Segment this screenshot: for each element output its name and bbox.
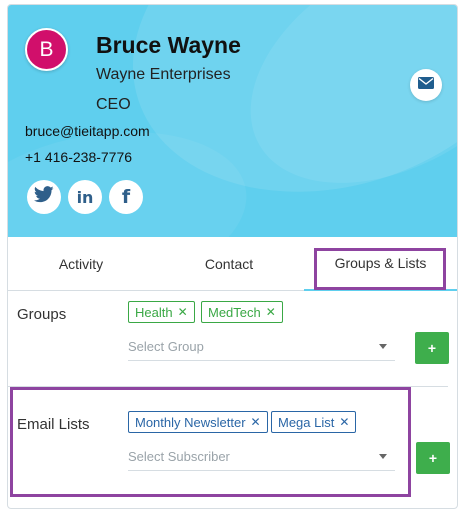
avatar: B	[25, 28, 68, 71]
group-tag: MedTech ✕	[201, 301, 283, 323]
groups-label: Groups	[17, 306, 67, 323]
remove-tag-icon[interactable]: ✕	[266, 305, 276, 319]
contact-header: B Bruce Wayne Wayne Enterprises CEO bruc…	[8, 5, 457, 237]
select-group-placeholder: Select Group	[128, 339, 204, 354]
tab-groups-lists[interactable]: Groups & Lists	[304, 237, 457, 291]
tab-activity[interactable]: Activity	[8, 237, 154, 291]
send-email-button[interactable]	[410, 69, 442, 101]
contact-name: Bruce Wayne	[96, 32, 241, 58]
select-subscriber-placeholder: Select Subscriber	[128, 449, 230, 464]
facebook-icon: f	[121, 186, 131, 208]
section-divider	[8, 386, 448, 387]
group-tag: Health ✕	[128, 301, 195, 323]
contact-phone: +1 416-238-7776	[25, 149, 133, 165]
contact-card: B Bruce Wayne Wayne Enterprises CEO bruc…	[7, 4, 458, 509]
caret-down-icon	[379, 344, 387, 349]
facebook-button[interactable]: f	[109, 180, 143, 214]
linkedin-button[interactable]: in	[68, 180, 102, 214]
twitter-button[interactable]	[27, 180, 61, 214]
email-list-tag: Mega List ✕	[271, 411, 357, 433]
caret-down-icon	[379, 454, 387, 459]
email-list-tag: Monthly Newsletter ✕	[128, 411, 268, 433]
envelope-icon	[418, 76, 434, 94]
contact-email: bruce@tieitapp.com	[25, 123, 150, 139]
contact-company: Wayne Enterprises	[96, 66, 231, 83]
tab-bar: Activity Contact Groups & Lists	[8, 237, 457, 291]
twitter-icon	[33, 186, 54, 208]
remove-tag-icon[interactable]: ✕	[339, 415, 349, 429]
select-group-dropdown[interactable]: Select Group	[128, 333, 395, 361]
contact-title: CEO	[96, 96, 131, 113]
linkedin-icon: in	[76, 187, 94, 207]
tab-contact[interactable]: Contact	[154, 237, 304, 291]
select-subscriber-dropdown[interactable]: Select Subscriber	[128, 443, 395, 471]
add-email-list-button[interactable]: +	[416, 442, 450, 474]
email-lists-label: Email Lists	[17, 416, 90, 433]
add-group-button[interactable]: +	[415, 332, 449, 364]
remove-tag-icon[interactable]: ✕	[251, 415, 261, 429]
remove-tag-icon[interactable]: ✕	[178, 305, 188, 319]
